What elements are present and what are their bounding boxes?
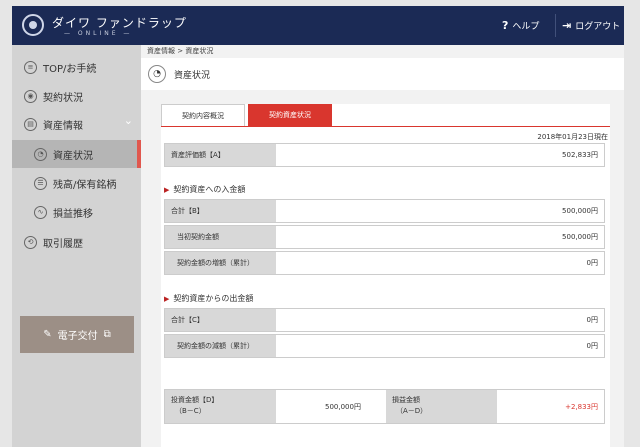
- section-title: 契約資産からの出金額: [173, 294, 254, 303]
- pl-label: 損益金額 （A－D）: [386, 390, 497, 423]
- sidebar-item-label: 残高/保有銘柄: [53, 179, 117, 191]
- withdraw-total-row: 合計【C】 0円: [164, 308, 605, 332]
- logout-label: ログアウト: [575, 22, 621, 32]
- asset-status-card: 契約内容概況 契約資産状況 2018年01月23日現在 資産評価額【A】 502…: [161, 104, 610, 447]
- row-value: 502,833円: [562, 151, 598, 159]
- row-label: 合計【C】: [165, 309, 276, 331]
- row-label: 当初契約金額: [165, 226, 276, 248]
- contract-decrease-row: 契約金額の減額（累計） 0円: [164, 334, 605, 358]
- invest-label: 投資金額【D】 （B－C）: [165, 390, 276, 423]
- valuation-row: 資産評価額【A】 502,833円: [164, 143, 605, 167]
- sidebar-item-asset-status[interactable]: ◔ 資産状況: [12, 140, 141, 168]
- row-value: 0円: [586, 259, 598, 267]
- pl-label-line1: 損益金額: [392, 396, 420, 404]
- breadcrumb: 資産情報 > 資産状況: [147, 47, 214, 55]
- eye-icon: ◉: [24, 89, 37, 103]
- sidebar-item-contract[interactable]: ◉ 契約状況: [12, 82, 141, 110]
- header-divider: [555, 14, 556, 37]
- triangle-icon: ▶: [164, 185, 170, 194]
- help-icon: ?: [502, 19, 509, 32]
- invest-value: 500,000円: [325, 402, 361, 411]
- sidebar-item-label: 資産情報: [43, 120, 83, 132]
- contract-increase-row: 契約金額の増額（累計） 0円: [164, 251, 605, 275]
- app-subtitle: — ONLINE —: [64, 30, 133, 37]
- sidebar-item-holdings[interactable]: ☰ 残高/保有銘柄: [12, 169, 141, 197]
- list-icon: ≡: [24, 60, 37, 74]
- row-value: 500,000円: [562, 233, 598, 241]
- row-label: 契約金額の増額（累計）: [165, 252, 276, 274]
- sidebar-item-history[interactable]: ⟲ 取引履歴: [12, 228, 141, 256]
- row-label: 契約金額の減額（累計）: [165, 335, 276, 357]
- pie-icon: ◔: [148, 65, 166, 83]
- help-label: ヘルプ: [512, 22, 540, 32]
- logo-icon: [22, 14, 44, 36]
- stack-icon: ☰: [34, 176, 47, 190]
- tab-underline: [161, 126, 610, 127]
- deposit-total-row: 合計【B】 500,000円: [164, 199, 605, 223]
- page-header: ◔ 資産状況: [141, 58, 624, 90]
- invest-label-line2: （B－C）: [175, 407, 206, 415]
- sidebar-item-pl-trend[interactable]: ∿ 損益推移: [12, 198, 141, 226]
- sidebar-item-label: TOP/お手続: [43, 63, 97, 75]
- external-window-icon: ⧉: [103, 329, 111, 340]
- row-value: 0円: [586, 316, 598, 324]
- main-content: 資産情報 > 資産状況 ◔ 資産状況 契約内容概況 契約資産状況 2018年01…: [141, 45, 624, 447]
- summary-row: 投資金額【D】 （B－C） 500,000円 損益金額 （A－D） +2,833…: [164, 389, 605, 424]
- history-icon: ⟲: [24, 235, 37, 249]
- book-icon: ▤: [24, 117, 37, 131]
- sidebar: ≡ TOP/お手続 ◉ 契約状況 ▤ 資産情報 ⌄ ◔ 資産状況 ☰ 残高/保有…: [12, 45, 141, 447]
- trend-icon: ∿: [34, 205, 47, 219]
- row-label: 合計【B】: [165, 200, 276, 222]
- sidebar-item-label: 損益推移: [53, 208, 93, 220]
- app-name: ダイワ ファンドラップ: [52, 16, 187, 30]
- initial-contract-row: 当初契約金額 500,000円: [164, 225, 605, 249]
- tab-contract-assets[interactable]: 契約資産状況: [248, 104, 332, 126]
- edoc-label: 電子交付: [57, 331, 98, 342]
- invest-label-line1: 投資金額【D】: [171, 396, 219, 404]
- withdraw-section-title: ▶ 契約資産からの出金額: [164, 293, 253, 304]
- sidebar-item-label: 契約状況: [43, 92, 83, 104]
- pl-label-line2: （A－D）: [396, 407, 428, 415]
- section-title: 契約資産への入金額: [173, 185, 246, 194]
- deposit-section-title: ▶ 契約資産への入金額: [164, 184, 245, 195]
- row-label: 資産評価額【A】: [165, 144, 276, 166]
- logout-icon: ⇥: [562, 19, 572, 32]
- row-value: 0円: [586, 342, 598, 350]
- as-of-date: 2018年01月23日現在: [537, 133, 608, 141]
- tab-contract-overview[interactable]: 契約内容概況: [161, 104, 245, 126]
- sidebar-item-label: 取引履歴: [43, 238, 83, 250]
- pie-icon: ◔: [34, 147, 47, 161]
- row-value: 500,000円: [562, 207, 598, 215]
- pencil-icon: ✎: [43, 329, 52, 340]
- header: ダイワ ファンドラップ — ONLINE — ? ヘルプ ⇥ ログアウト: [12, 6, 624, 45]
- page-title: 資産状況: [174, 71, 211, 81]
- sidebar-item-asset-info[interactable]: ▤ 資産情報 ⌄: [12, 110, 141, 138]
- pl-value: +2,833円: [565, 402, 598, 411]
- logout-button[interactable]: ⇥ ログアウト: [562, 19, 620, 32]
- app-window: ダイワ ファンドラップ — ONLINE — ? ヘルプ ⇥ ログアウト ≡ T…: [12, 6, 624, 447]
- sidebar-item-top[interactable]: ≡ TOP/お手続: [12, 53, 141, 81]
- triangle-icon: ▶: [164, 294, 170, 303]
- chevron-down-icon: ⌄: [123, 114, 133, 127]
- edoc-button[interactable]: ✎ 電子交付 ⧉: [20, 316, 134, 353]
- sidebar-item-label: 資産状況: [53, 150, 93, 162]
- help-button[interactable]: ? ヘルプ: [502, 19, 539, 32]
